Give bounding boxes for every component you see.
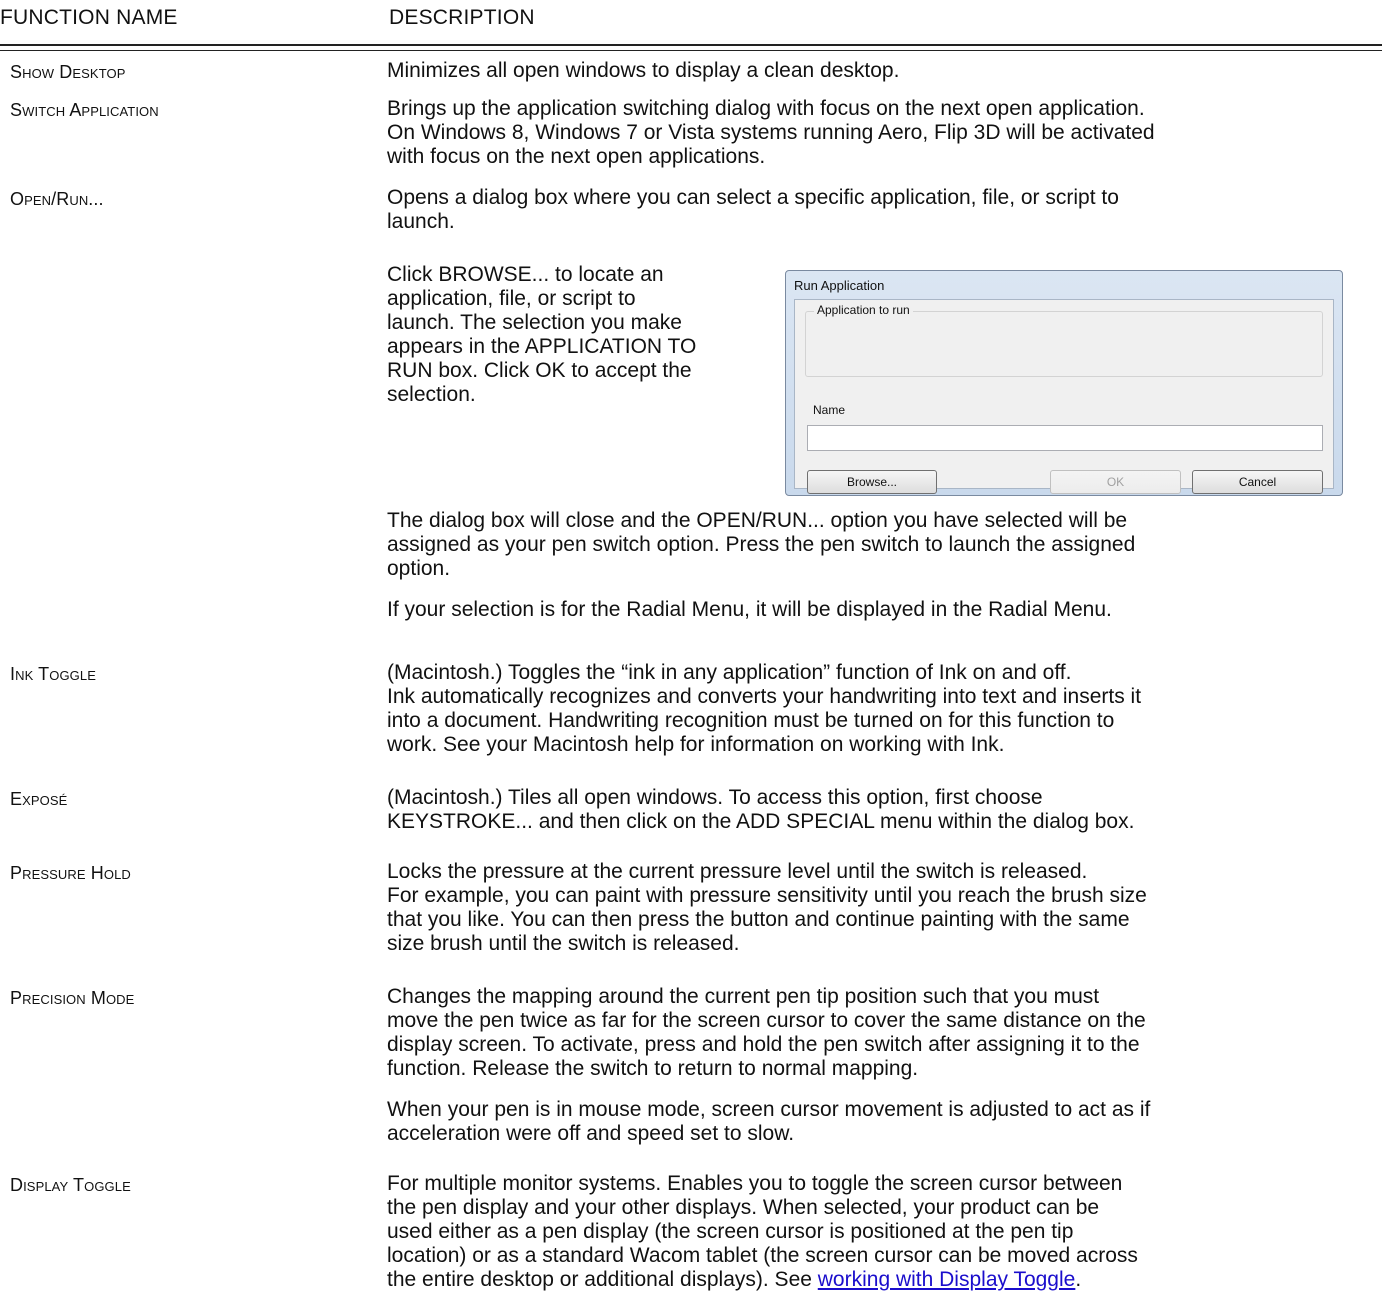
description-display-toggle: For multiple monitor systems. Enables yo…	[387, 1172, 1373, 1292]
function-name-pressure-hold: Pressure Hold	[10, 863, 131, 883]
desc-line: Ink automatically recognizes and convert…	[387, 685, 1142, 708]
desc-line: RUN box. Click OK to accept the	[387, 359, 692, 382]
desc-line: move the pen twice as far for the screen…	[387, 1009, 1146, 1032]
function-name-ink-toggle: Ink Toggle	[10, 664, 96, 684]
after-dialog-note: The dialog box will close and the OPEN/R…	[387, 509, 1373, 581]
name-label: Name	[813, 403, 846, 417]
description-ink-toggle: (Macintosh.) Toggles the “ink in any app…	[387, 661, 1373, 757]
desc-line-text: .	[1075, 1268, 1082, 1291]
function-name-precision-mode: Precision Mode	[10, 988, 135, 1008]
description-open-run: Opens a dialog box where you can select …	[387, 186, 1373, 234]
working-with-display-toggle-link[interactable]: working with Display Toggle	[818, 1268, 1076, 1291]
desc-line: Brings up the application switching dial…	[387, 97, 1145, 120]
desc-line: selection.	[387, 383, 476, 406]
browse-button[interactable]: Browse...	[807, 470, 937, 494]
function-name-switch-application: Switch Application	[10, 100, 159, 120]
desc-line: The dialog box will close and the OPEN/R…	[387, 509, 1128, 532]
desc-line: function. Release the switch to return t…	[387, 1057, 919, 1080]
desc-line: (Macintosh.) Tiles all open windows. To …	[387, 786, 1043, 809]
dialog-title: Run Application	[794, 278, 885, 293]
description-precision-mode-note: When your pen is in mouse mode, screen c…	[387, 1098, 1373, 1146]
column-header-function-name: FUNCTION NAME	[0, 6, 178, 29]
function-name-show-desktop: Show Desktop	[10, 62, 126, 82]
desc-line: work. See your Macintosh help for inform…	[387, 733, 1005, 756]
desc-line: (Macintosh.) Toggles the “ink in any app…	[387, 661, 1072, 684]
desc-line: Locks the pressure at the current pressu…	[387, 860, 1088, 883]
description-expose: (Macintosh.) Tiles all open windows. To …	[387, 786, 1373, 834]
desc-line: used either as a pen display (the screen…	[387, 1220, 1074, 1243]
desc-line: assigned as your pen switch option. Pres…	[387, 533, 1136, 556]
desc-line: When your pen is in mouse mode, screen c…	[387, 1098, 1151, 1121]
name-input[interactable]	[807, 425, 1323, 451]
desc-line: with focus on the next open applications…	[387, 145, 766, 168]
desc-line: launch. The selection you make	[387, 311, 682, 334]
description-show-desktop: Minimizes all open windows to display a …	[387, 59, 1373, 83]
desc-line: Click BROWSE... to locate an	[387, 263, 664, 286]
application-to-run-group: Application to run	[805, 303, 1323, 377]
desc-line: Minimizes all open windows to display a …	[387, 59, 900, 82]
radial-menu-note: If your selection is for the Radial Menu…	[387, 598, 1112, 621]
description-switch-application: Brings up the application switching dial…	[387, 97, 1373, 169]
desc-line: the entire desktop or additional display…	[387, 1268, 1373, 1292]
description-pressure-hold: Locks the pressure at the current pressu…	[387, 860, 1373, 956]
function-name-expose: Exposé	[10, 789, 68, 809]
header-rule-thin	[0, 50, 1382, 51]
desc-line: Changes the mapping around the current p…	[387, 985, 1100, 1008]
desc-line: the pen display and your other displays.…	[387, 1196, 1100, 1219]
desc-line: launch.	[387, 210, 455, 233]
desc-line: location) or as a standard Wacom tablet …	[387, 1244, 1138, 1267]
cancel-button[interactable]: Cancel	[1192, 470, 1323, 494]
function-name-display-toggle: Display Toggle	[10, 1175, 131, 1195]
desc-line: On Windows 8, Windows 7 or Vista systems…	[387, 121, 1155, 144]
description-precision-mode: Changes the mapping around the current p…	[387, 985, 1373, 1081]
column-header-description: DESCRIPTION	[389, 6, 535, 29]
desc-line-text: the entire desktop or additional display…	[387, 1268, 818, 1291]
desc-line: KEYSTROKE... and then click on the ADD S…	[387, 810, 1135, 833]
desc-line: display screen. To activate, press and h…	[387, 1033, 1140, 1056]
desc-line: appears in the APPLICATION TO	[387, 335, 697, 358]
desc-line: For multiple monitor systems. Enables yo…	[387, 1172, 1123, 1195]
desc-line: size brush until the switch is released.	[387, 932, 740, 955]
run-application-dialog: Run Application Application to run Name …	[785, 270, 1343, 496]
ok-button[interactable]: OK	[1050, 470, 1181, 494]
desc-line: For example, you can paint with pressure…	[387, 884, 1147, 907]
desc-line: that you like. You can then press the bu…	[387, 908, 1130, 931]
group-label: Application to run	[814, 303, 913, 317]
header-rule	[0, 44, 1382, 46]
desc-line: Opens a dialog box where you can select …	[387, 186, 1119, 209]
function-name-open-run: Open/Run...	[10, 189, 104, 209]
desc-line: option.	[387, 557, 451, 580]
browse-note: Click BROWSE... to locate an application…	[387, 263, 782, 407]
desc-line: acceleration were off and speed set to s…	[387, 1122, 795, 1145]
dialog-body: Application to run Name Browse... OK Can…	[794, 299, 1334, 494]
desc-line: into a document. Handwriting recognition…	[387, 709, 1115, 732]
desc-line: application, file, or script to	[387, 287, 636, 310]
